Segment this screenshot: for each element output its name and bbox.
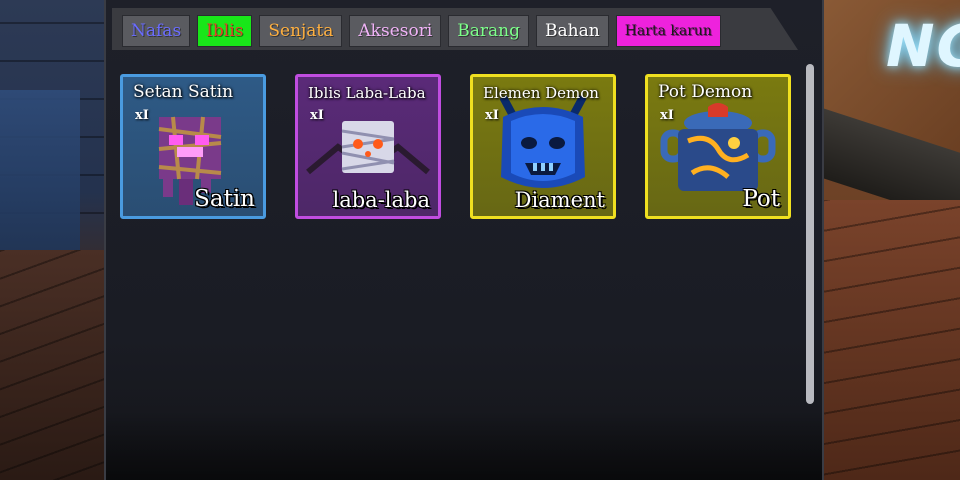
background-scene-left bbox=[0, 0, 110, 480]
item-grid: Setan Satin xI Satin Iblis Laba-Laba xI … bbox=[120, 74, 791, 219]
scrollbar[interactable] bbox=[806, 64, 814, 404]
tab-barang[interactable]: Barang bbox=[448, 15, 530, 47]
item-card-elemen-demon[interactable]: Elemen Demon xI Diament bbox=[470, 74, 616, 219]
bottom-shade bbox=[106, 410, 822, 480]
item-count: xI bbox=[485, 108, 499, 123]
tab-harta-karun[interactable]: Harta karun bbox=[615, 15, 721, 47]
tab-senjata[interactable]: Senjata bbox=[259, 15, 343, 47]
item-count: xI bbox=[135, 108, 149, 123]
item-label: Satin bbox=[194, 186, 255, 212]
item-count: xI bbox=[310, 108, 324, 123]
item-card-pot-demon[interactable]: Pot Demon xI Pot bbox=[645, 74, 791, 219]
item-label: Diament bbox=[514, 188, 605, 212]
tab-aksesori[interactable]: Aksesori bbox=[349, 15, 442, 47]
tab-iblis[interactable]: Iblis bbox=[197, 15, 253, 47]
neon-sign-text: NG bbox=[886, 12, 960, 80]
category-tabs: Nafas Iblis Senjata Aksesori Barang Baha… bbox=[122, 15, 721, 47]
item-count: xI bbox=[660, 108, 674, 123]
background-floor-right bbox=[820, 200, 960, 480]
background-floor bbox=[0, 250, 110, 480]
item-name: Pot Demon bbox=[658, 82, 753, 102]
item-name: Setan Satin bbox=[133, 82, 234, 102]
item-card-setan-satin[interactable]: Setan Satin xI Satin bbox=[120, 74, 266, 219]
item-name: Elemen Demon bbox=[483, 84, 599, 102]
inventory-panel: Nafas Iblis Senjata Aksesori Barang Baha… bbox=[104, 0, 824, 480]
item-label: laba-laba bbox=[332, 188, 431, 212]
tab-bahan[interactable]: Bahan bbox=[536, 15, 609, 47]
tab-nafas[interactable]: Nafas bbox=[122, 15, 191, 47]
background-wall bbox=[0, 90, 80, 250]
item-card-iblis-laba-laba[interactable]: Iblis Laba-Laba xI laba-laba bbox=[295, 74, 441, 219]
background-scene-right: NG bbox=[820, 0, 960, 480]
item-label: Pot bbox=[742, 186, 780, 212]
item-name: Iblis Laba-Laba bbox=[308, 84, 426, 102]
